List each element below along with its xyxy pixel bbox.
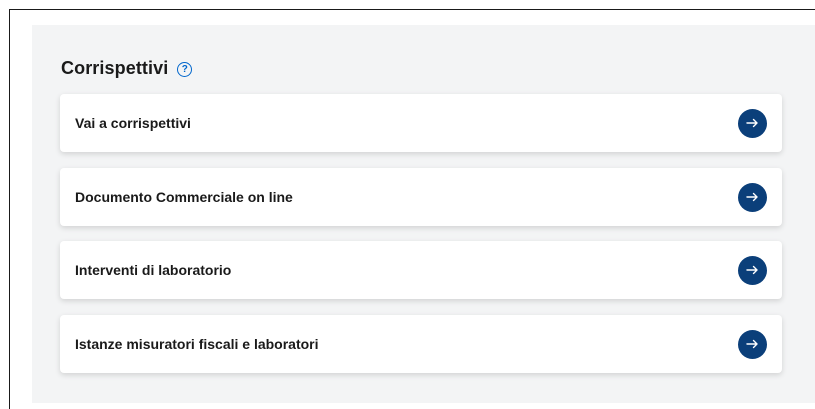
arrow-right-icon[interactable] [738, 108, 767, 138]
card-label: Interventi di laboratorio [75, 262, 232, 278]
card-documento-commerciale[interactable]: Documento Commerciale on line [60, 168, 782, 226]
section-title: Corrispettivi [61, 58, 169, 78]
arrow-right-icon[interactable] [738, 182, 767, 212]
arrow-right-icon[interactable] [738, 255, 767, 285]
card-label: Istanze misuratori fiscali e laboratori [75, 336, 319, 352]
arrow-right-icon[interactable] [738, 329, 767, 359]
card-istanze-misuratori[interactable]: Istanze misuratori fiscali e laboratori [60, 315, 782, 373]
card-interventi-di-laboratorio[interactable]: Interventi di laboratorio [60, 241, 782, 299]
section-header: Corrispettivi ? [61, 58, 193, 79]
card-label: Vai a corrispettivi [75, 115, 191, 131]
card-vai-a-corrispettivi[interactable]: Vai a corrispettivi [60, 94, 782, 152]
corrispettivi-panel: Corrispettivi ? Vai a corrispettivi Docu… [32, 25, 815, 403]
card-label: Documento Commerciale on line [75, 189, 293, 205]
help-icon[interactable]: ? [177, 62, 193, 77]
